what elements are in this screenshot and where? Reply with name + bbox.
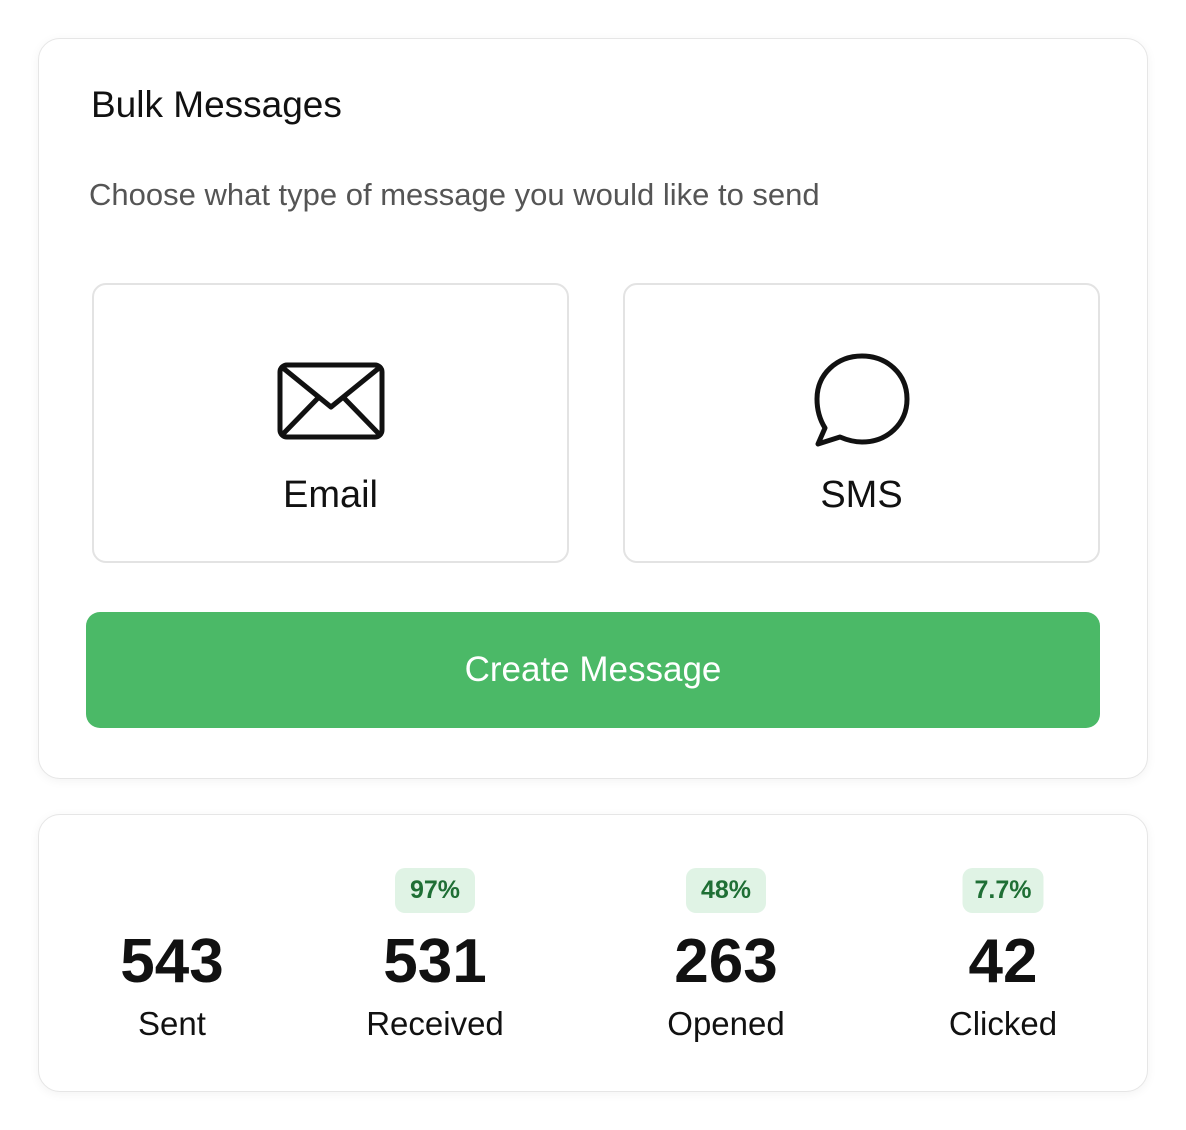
stat-sent: 543 Sent bbox=[42, 815, 302, 1093]
message-stats-card: 543 Sent 97% 531 Received 48% 263 Opened… bbox=[38, 814, 1148, 1092]
stat-value: 263 bbox=[674, 927, 778, 996]
stat-label: Opened bbox=[667, 1005, 785, 1042]
email-option-label: Email bbox=[282, 474, 379, 516]
card-title: Bulk Messages bbox=[91, 84, 342, 125]
bulk-messages-card: Bulk Messages Choose what type of messag… bbox=[38, 38, 1148, 779]
stat-value: 531 bbox=[383, 927, 487, 996]
stat-received: 97% 531 Received bbox=[305, 815, 565, 1093]
stat-label: Received bbox=[366, 1005, 504, 1042]
chat-bubble-icon bbox=[807, 351, 917, 451]
stat-opened: 48% 263 Opened bbox=[596, 815, 856, 1093]
stat-value: 42 bbox=[968, 927, 1038, 996]
sms-option[interactable]: SMS bbox=[623, 283, 1100, 563]
email-option[interactable]: Email bbox=[92, 283, 569, 563]
percent-badge: 7.7% bbox=[962, 868, 1044, 913]
stat-clicked: 7.7% 42 Clicked bbox=[873, 815, 1133, 1093]
sms-option-label: SMS bbox=[820, 474, 903, 516]
create-message-button[interactable]: Create Message bbox=[86, 612, 1100, 728]
stat-value: 543 bbox=[120, 927, 224, 996]
envelope-icon bbox=[276, 351, 386, 451]
percent-badge: 48% bbox=[686, 868, 766, 913]
percent-badge: 97% bbox=[395, 868, 475, 913]
card-subtitle: Choose what type of message you would li… bbox=[89, 177, 820, 212]
stat-label: Clicked bbox=[948, 1005, 1058, 1042]
stat-label: Sent bbox=[138, 1005, 206, 1042]
